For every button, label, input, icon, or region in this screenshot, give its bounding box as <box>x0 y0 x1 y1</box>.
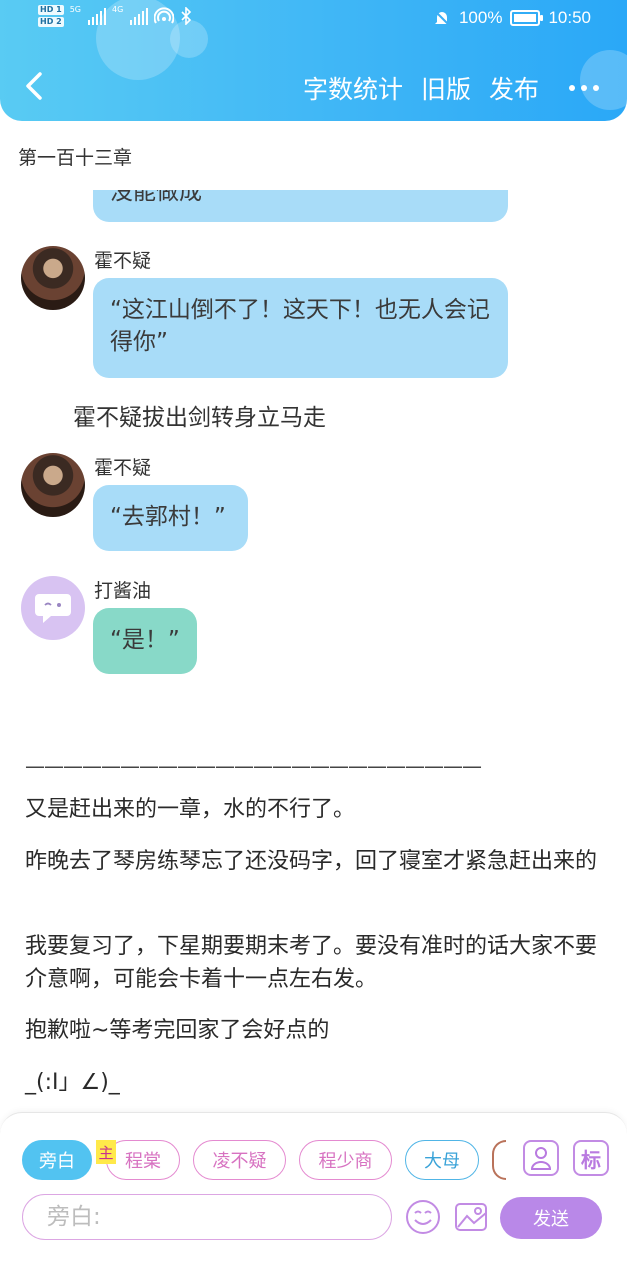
emoji-icon[interactable] <box>405 1199 441 1235</box>
mark-button[interactable]: 标 <box>573 1140 609 1176</box>
composer-panel: 旁白 程棠 凌不疑 程少商 大母 标 发送 <box>0 1112 627 1280</box>
chat-bubble[interactable]: “是！” <box>93 608 197 674</box>
speaker-name: 霍不疑 <box>94 250 152 272</box>
bubble-text: “是！” <box>110 627 180 653</box>
avatar[interactable] <box>21 576 85 640</box>
role-chip-partial[interactable] <box>492 1140 506 1180</box>
network-5g-label: 5G <box>69 5 81 14</box>
narration-text[interactable]: 霍不疑拔出剑转身立马走 <box>73 398 326 432</box>
word-count-button[interactable]: 字数统计 <box>303 70 403 106</box>
avatar[interactable] <box>21 453 85 517</box>
message-input-wrapper[interactable] <box>22 1194 392 1240</box>
note-paragraph[interactable]: 昨晚去了琴房练琴忘了还没码字，回了寝室才紧急赶出来的 <box>25 845 605 878</box>
hd2-badge: HD 2 <box>38 17 64 27</box>
bubble-text: “这江山倒不了！这天下！也无人会记得你” <box>110 297 490 355</box>
status-right: 100% 10:50 <box>433 8 591 28</box>
bubble-text: “去郭村！” <box>110 504 226 530</box>
role-chip[interactable]: 凌不疑 <box>193 1140 286 1180</box>
signal-icon <box>130 7 149 25</box>
header-actions: 字数统计 旧版 发布 <box>303 70 599 106</box>
note-paragraph[interactable]: _(:I」∠)_ <box>25 1066 605 1099</box>
mute-bell-icon <box>434 10 450 26</box>
publish-button[interactable]: 发布 <box>489 70 539 106</box>
more-options-icon[interactable] <box>569 85 599 91</box>
role-chip[interactable]: 程少商 <box>299 1140 392 1180</box>
role-manage-icon[interactable] <box>523 1140 559 1176</box>
hd-indicators: HD 1 HD 2 <box>38 5 64 27</box>
status-bar: HD 1 HD 2 5G 4G 100% 10:50 <box>0 0 627 40</box>
top-header: HD 1 HD 2 5G 4G 100% 10:50 字数统计 旧版 发布 <box>0 0 627 121</box>
send-button[interactable]: 发送 <box>500 1197 602 1239</box>
main-character-tag: 主 <box>96 1140 116 1164</box>
clock: 10:50 <box>548 8 591 27</box>
note-paragraph[interactable]: 又是赶出来的一章，水的不行了。 <box>25 793 605 826</box>
old-version-button[interactable]: 旧版 <box>421 70 471 106</box>
bluetooth-icon <box>181 7 192 25</box>
image-icon[interactable] <box>453 1199 489 1235</box>
bubble-text: 没能做成 <box>110 190 202 205</box>
chapter-title: 第一百十三章 <box>18 147 133 169</box>
chat-bubble: 没能做成 <box>93 190 508 222</box>
network-4g-label: 4G <box>111 5 124 14</box>
note-paragraph[interactable]: 我要复习了，下星期要期末考了。要没有准时的话大家不要介意啊，可能会卡着十一点左右… <box>25 930 605 996</box>
hotspot-icon <box>154 7 175 24</box>
divider-line: ———————————————————————— <box>25 754 482 778</box>
battery-icon <box>510 10 544 26</box>
speaker-name: 打酱油 <box>94 580 152 602</box>
message-input[interactable] <box>23 1195 391 1239</box>
chat-bubble-icon <box>35 594 71 623</box>
role-chip[interactable]: 大母 <box>405 1140 479 1180</box>
avatar[interactable] <box>21 246 85 310</box>
back-arrow-icon[interactable] <box>20 68 50 104</box>
chat-bubble[interactable]: “这江山倒不了！这天下！也无人会记得你” <box>93 278 508 378</box>
hd1-badge: HD 1 <box>38 5 64 15</box>
status-left: HD 1 HD 2 5G 4G <box>38 5 192 27</box>
person-icon <box>530 1147 552 1170</box>
note-paragraph[interactable]: 抱歉啦~等考完回家了会好点的 <box>25 1014 605 1047</box>
signal-icon <box>87 7 106 25</box>
battery-percent: 100% <box>458 8 503 27</box>
role-chip-narration[interactable]: 旁白 <box>22 1140 92 1180</box>
speaker-name: 霍不疑 <box>94 457 152 479</box>
chat-bubble[interactable]: “去郭村！” <box>93 485 248 551</box>
role-chip[interactable]: 程棠 <box>106 1140 180 1180</box>
